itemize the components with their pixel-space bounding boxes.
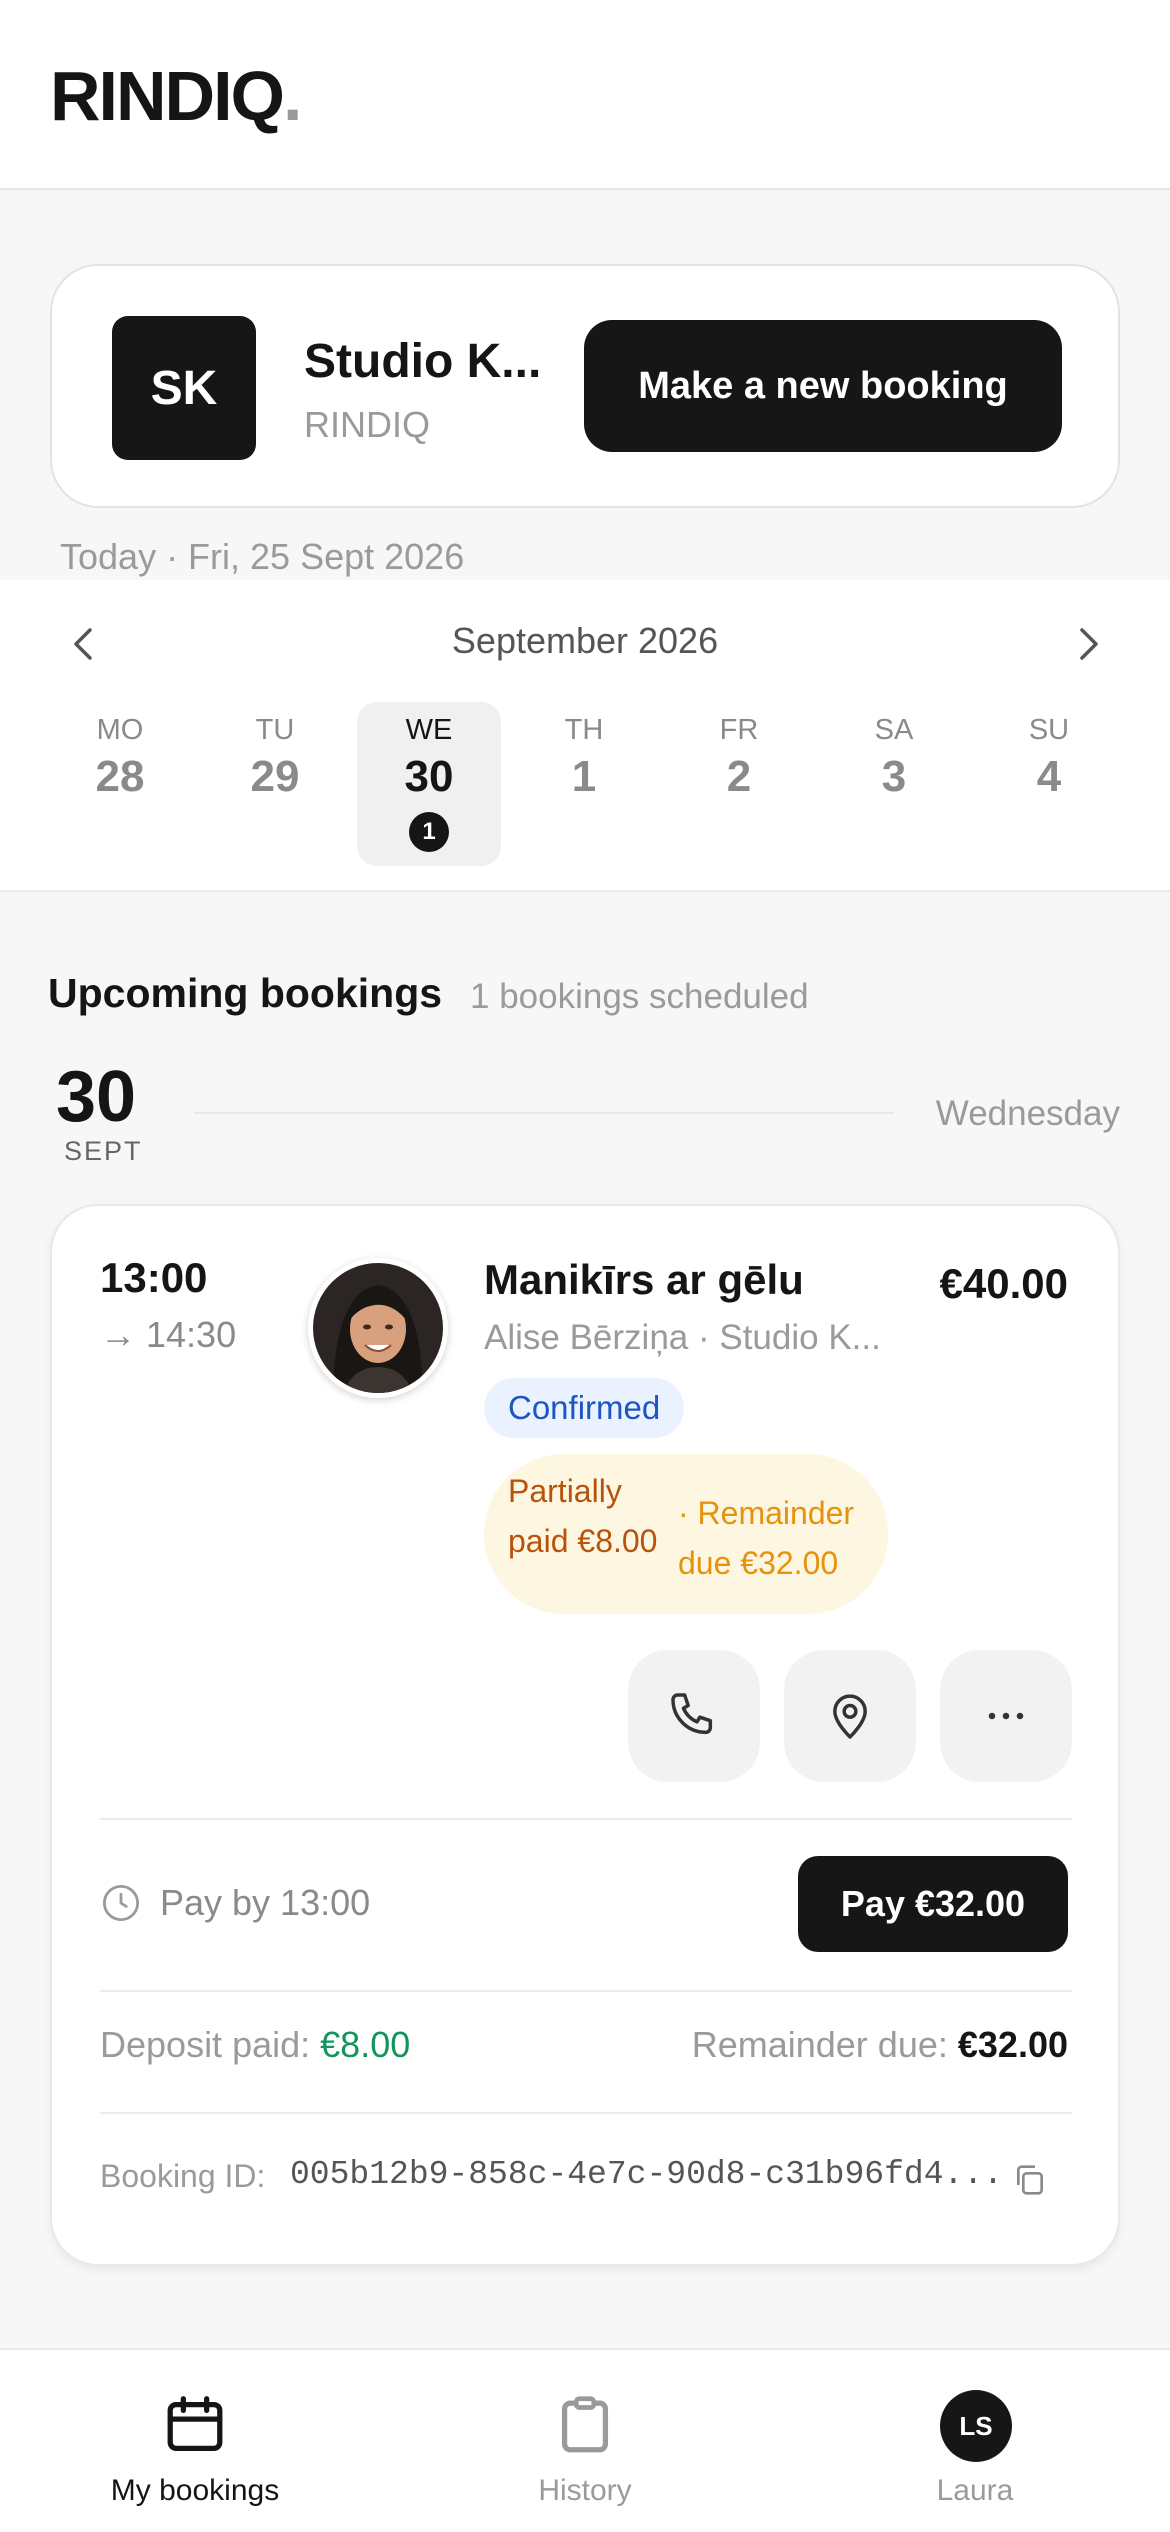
day-abbr: SA xyxy=(874,714,914,746)
pay-button[interactable]: Pay €32.00 xyxy=(798,1856,1068,1952)
call-button[interactable] xyxy=(628,1650,760,1782)
tab-my-bookings[interactable]: My bookings xyxy=(0,2350,390,2532)
divider xyxy=(100,2112,1072,2114)
booking-end-time: → 14:30 xyxy=(100,1314,237,1355)
tab-label: My bookings xyxy=(110,2474,280,2507)
calendar-day[interactable]: SU 4 xyxy=(977,702,1121,866)
clock-icon xyxy=(102,1884,140,1922)
tab-label: Laura xyxy=(936,2474,1014,2507)
logo-dot: . xyxy=(283,57,303,135)
booking-price: €40.00 xyxy=(939,1260,1068,1307)
calendar-day[interactable]: TU 29 xyxy=(203,702,347,866)
calendar-day[interactable]: TH 1 xyxy=(512,702,656,866)
studio-card: SK Studio K... RINDIQ Make a new booking xyxy=(50,264,1120,508)
calendar-day[interactable]: SA 3 xyxy=(822,702,966,866)
tab-history[interactable]: History xyxy=(390,2350,780,2532)
deposit-info: Deposit paid: €8.00 xyxy=(100,2024,410,2066)
day-abbr: TH xyxy=(564,714,604,746)
pay-by-text: Pay by 13:00 xyxy=(160,1882,371,1923)
remainder-due-text: · Remainder due €32.00 xyxy=(678,1495,855,1581)
day-abbr: WE xyxy=(405,714,453,746)
booking-id-value: 005b12b9-858c-4e7c-90d8-c31b96fd4... xyxy=(290,2156,1003,2193)
studio-subtitle: RINDIQ xyxy=(304,404,430,445)
logo-text: RINDIQ xyxy=(50,57,285,135)
user-avatar: LS xyxy=(940,2390,1012,2462)
day-abbr: TU xyxy=(255,714,295,746)
payment-status-badge: Partially paid €8.00 · Remainder due €32… xyxy=(484,1454,888,1614)
partial-payment-text: Partially paid €8.00 xyxy=(508,1473,658,1559)
date-weekday: Wednesday xyxy=(935,1094,1120,1133)
remainder-label: Remainder due: xyxy=(691,2024,948,2065)
calendar-icon xyxy=(167,2396,223,2451)
service-name: Manikīrs ar gēlu xyxy=(484,1256,804,1303)
new-booking-button[interactable]: Make a new booking xyxy=(584,320,1062,452)
calendar-day-selected[interactable]: WE 30 1 xyxy=(357,702,501,866)
person-photo-icon xyxy=(313,1263,443,1393)
bottom-tab-bar: My bookings History LS Laura xyxy=(0,2348,1170,2532)
day-number: 2 xyxy=(726,752,752,801)
phone-icon xyxy=(671,1693,713,1735)
status-badge: Confirmed xyxy=(484,1378,685,1438)
deposit-label: Deposit paid: xyxy=(100,2024,311,2065)
remainder-info: Remainder due: €32.00 xyxy=(692,2024,1068,2066)
studio-name: Studio K... xyxy=(304,335,542,388)
booking-card[interactable]: 13:00 → 14:30 Manikīrs ar gēlu €40.00 Al… xyxy=(50,1204,1120,2266)
tab-label: History xyxy=(538,2474,632,2507)
app-logo[interactable]: RINDIQ. xyxy=(50,56,303,136)
divider xyxy=(100,1818,1072,1820)
map-pin-icon xyxy=(833,1694,867,1739)
day-number: 28 xyxy=(95,752,145,801)
app-header: RINDIQ. xyxy=(0,0,1170,190)
today-date: Today · Fri, 25 Sept 2026 xyxy=(60,536,465,577)
date-day: 30 xyxy=(56,1057,137,1137)
copy-icon[interactable] xyxy=(1010,2160,1050,2200)
deposit-value: €8.00 xyxy=(320,2024,411,2065)
bookings-count: 1 bookings scheduled xyxy=(470,977,809,1016)
location-button[interactable] xyxy=(784,1650,916,1782)
client-avatar xyxy=(308,1258,448,1398)
studio-avatar: SK xyxy=(112,316,256,460)
divider xyxy=(194,1112,894,1114)
divider xyxy=(100,1990,1072,1992)
date-month: SEPT xyxy=(64,1136,143,1166)
calendar-day[interactable]: MO 28 xyxy=(48,702,192,866)
booking-start-time: 13:00 xyxy=(100,1254,208,1301)
section-title: Upcoming bookings xyxy=(48,970,443,1016)
client-name: Alise Bērziņa · Studio K... xyxy=(484,1318,881,1357)
day-abbr: FR xyxy=(719,714,759,746)
day-abbr: SU xyxy=(1028,714,1070,746)
clipboard-icon xyxy=(561,2396,609,2453)
day-abbr: MO xyxy=(96,714,144,746)
remainder-value: €32.00 xyxy=(957,2024,1068,2065)
day-number: 3 xyxy=(881,752,907,801)
more-horizontal-icon xyxy=(988,1712,1024,1720)
day-number: 29 xyxy=(250,752,300,801)
calendar-month: September 2026 xyxy=(451,620,719,661)
tab-profile[interactable]: LS Laura xyxy=(780,2350,1170,2532)
day-number: 1 xyxy=(571,752,597,801)
day-number: 30 xyxy=(404,752,454,801)
day-number: 4 xyxy=(1036,752,1062,801)
chevron-right-icon[interactable] xyxy=(1064,620,1112,668)
week-calendar: September 2026 MO 28 TU 29 WE 30 1 TH 1 … xyxy=(0,580,1170,892)
booking-id-label: Booking ID: xyxy=(100,2158,266,2194)
calendar-day[interactable]: FR 2 xyxy=(667,702,811,866)
more-options-button[interactable] xyxy=(940,1650,1072,1782)
booking-count-badge: 1 xyxy=(409,812,449,852)
